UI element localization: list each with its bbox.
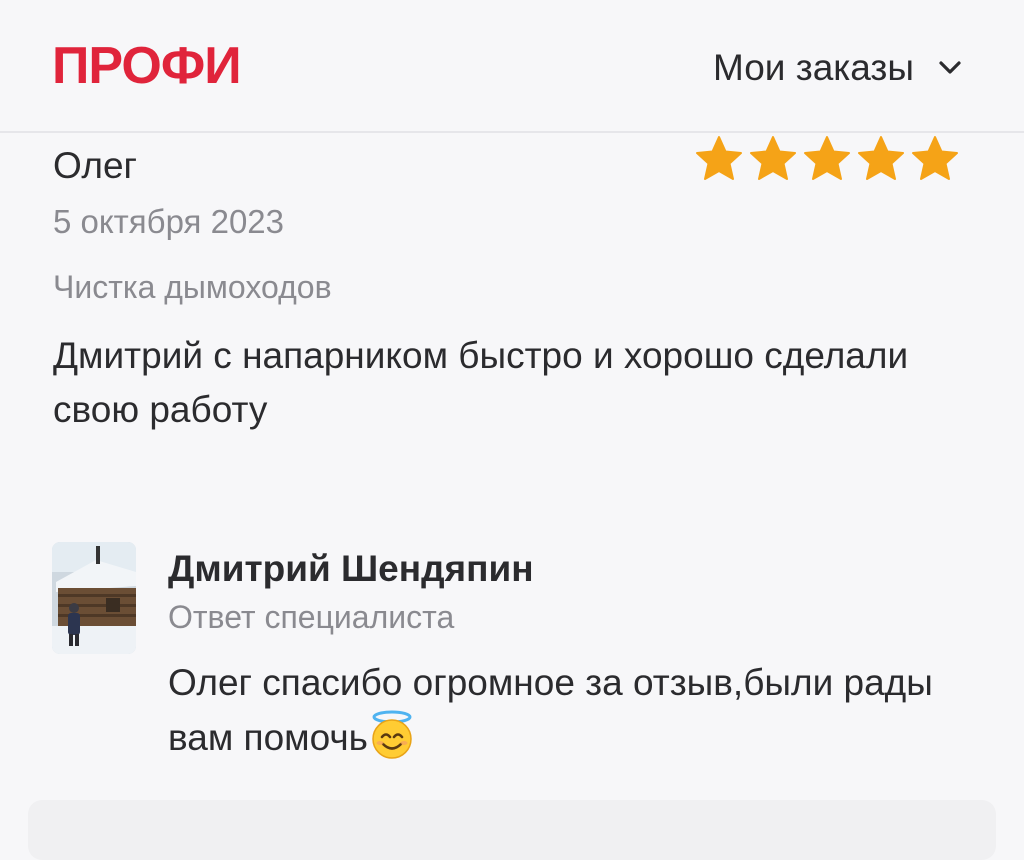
review-date: 5 октября 2023 — [53, 203, 284, 240]
review-text: Дмитрий с напарником быстро и хорошо сде… — [53, 335, 909, 430]
my-orders-dropdown[interactable]: Мои заказы — [713, 45, 964, 91]
app-header: ПРОФИ Мои заказы — [0, 0, 1024, 133]
star-icon — [804, 136, 850, 180]
smiling-face-with-halo-icon — [372, 710, 412, 759]
avatar-photo — [52, 542, 136, 654]
specialist-name[interactable]: Дмитрий Шендяпин — [168, 546, 534, 592]
star-icon — [750, 136, 796, 180]
chevron-down-icon — [939, 61, 961, 74]
star-icon — [696, 136, 742, 180]
next-review-card — [28, 800, 996, 860]
profi-logo[interactable]: ПРОФИ — [52, 36, 242, 96]
star-icon — [912, 136, 958, 180]
my-orders-label: Мои заказы — [712, 47, 914, 88]
specialist-avatar[interactable] — [52, 542, 136, 654]
specialist-role: Ответ специалиста — [168, 599, 455, 635]
review-service: Чистка дымоходов — [53, 269, 332, 305]
rating-stars — [692, 133, 962, 185]
review-author: Олег — [53, 145, 138, 186]
reply-text-block: Олег спасибо огромное за отзыв,были рады… — [168, 656, 988, 765]
star-icon — [858, 136, 904, 180]
reply-text: Олег спасибо огромное за отзыв,были рады… — [168, 662, 933, 758]
